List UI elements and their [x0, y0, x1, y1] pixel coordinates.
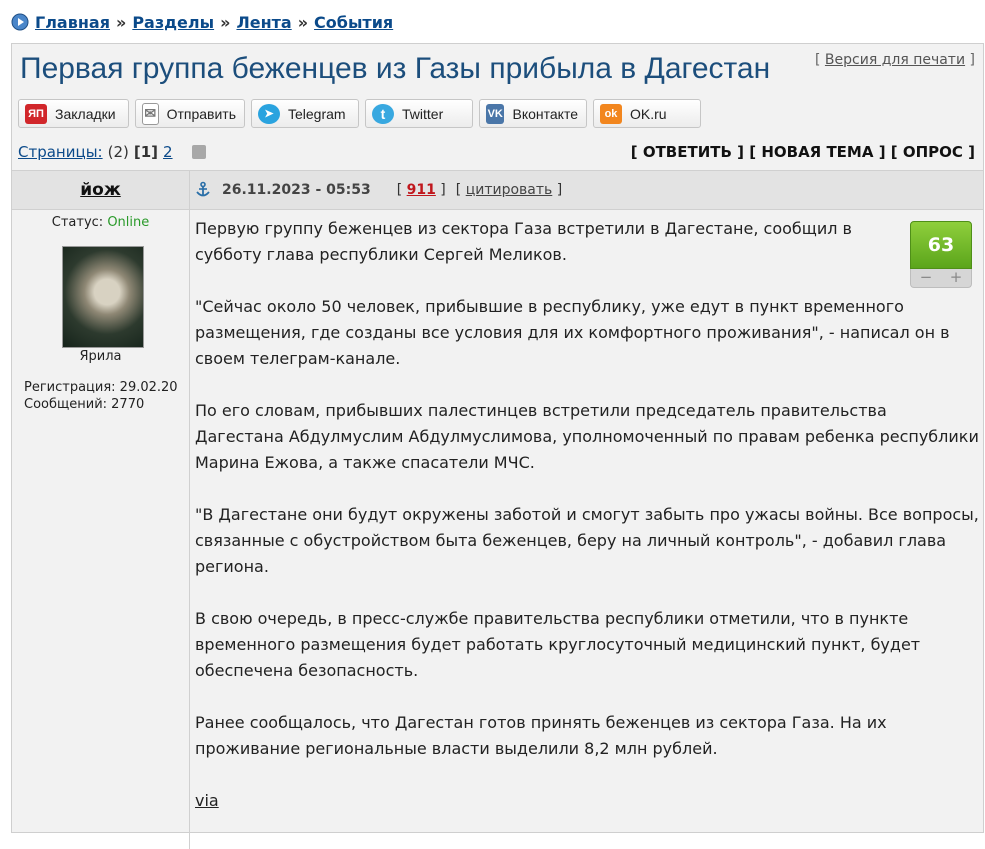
status-online: Online — [107, 215, 150, 230]
post-author: йож — [12, 171, 190, 209]
page-link-2[interactable]: 2 — [163, 143, 173, 161]
share-bar: ЯП Закладки ✉ Отправить ➤ Telegram t Twi… — [18, 99, 701, 130]
current-page: [1] — [133, 143, 158, 161]
via-link[interactable]: via — [195, 791, 219, 810]
pager-row: Страницы: (2) [1] 2 [ ОТВЕТИТЬ ] [ НОВАЯ… — [12, 141, 983, 167]
ok-icon: ok — [600, 103, 622, 124]
post-paragraph: В свою очередь, в пресс-службе правитель… — [195, 609, 921, 680]
poll-button[interactable]: ОПРОС — [903, 143, 963, 161]
post-body: Первую группу беженцев из сектора Газа в… — [195, 216, 979, 840]
share-label: Telegram — [288, 105, 346, 122]
breadcrumb: Главная » Разделы » Лента » События — [11, 10, 393, 34]
avatar-caption: Ярила — [79, 349, 122, 364]
pages-dropdown-icon[interactable] — [191, 145, 206, 159]
author-link[interactable]: йож — [80, 180, 121, 200]
new-topic-button[interactable]: НОВАЯ ТЕМА — [761, 143, 873, 161]
post-number: [ 911 ] — [396, 182, 446, 198]
breadcrumb-events[interactable]: События — [314, 13, 393, 32]
bracket: ] — [969, 52, 975, 68]
post-header: йож 26.11.2023 - 05:53 [ 911 ] [ цитиров… — [12, 170, 983, 210]
pages-label[interactable]: Страницы: — [18, 143, 103, 161]
bracket: [ — [815, 52, 821, 68]
registration-date: Регистрация: 29.02.20 — [24, 380, 178, 395]
post-cite: [ цитировать ] — [455, 182, 563, 198]
page-title: Первая группа беженцев из Газы прибыла в… — [20, 52, 771, 85]
author-stats: Регистрация: 29.02.20 Сообщений: 2770 — [24, 379, 178, 413]
post-paragraph: Ранее сообщалось, что Дагестан готов при… — [195, 713, 887, 758]
share-label: Закладки — [55, 105, 116, 122]
author-info: Статус: Online Ярила Регистрация: 29.02.… — [12, 209, 190, 849]
circle-arrow-icon — [11, 13, 29, 31]
plus-icon[interactable]: + — [941, 269, 971, 287]
topic-panel: Первая группа беженцев из Газы прибыла в… — [11, 43, 984, 849]
share-email-button[interactable]: ✉ Отправить — [135, 99, 245, 128]
quote-link[interactable]: цитировать — [466, 182, 553, 198]
envelope-icon: ✉ — [142, 102, 159, 125]
topic-actions: [ ОТВЕТИТЬ ] [ НОВАЯ ТЕМА ] [ ОПРОС ] — [630, 143, 975, 161]
minus-icon[interactable]: − — [911, 269, 941, 287]
reply-button[interactable]: ОТВЕТИТЬ — [643, 143, 732, 161]
share-ok-button[interactable]: ok OK.ru — [593, 99, 701, 128]
message-count: Сообщений: 2770 — [24, 397, 145, 412]
post-paragraph: По его словам, прибывших палестинцев вст… — [195, 401, 979, 472]
breadcrumb-feed[interactable]: Лента — [236, 13, 291, 32]
yandex-bookmarks-icon: ЯП — [25, 103, 47, 124]
breadcrumb-sections[interactable]: Разделы — [132, 13, 214, 32]
share-label: Вконтакте — [512, 105, 578, 122]
share-label: Twitter — [402, 105, 444, 122]
breadcrumb-separator: » — [115, 12, 127, 32]
post-number-link[interactable]: 911 — [407, 182, 436, 198]
post-paragraph: Первую группу беженцев из сектора Газа в… — [195, 219, 852, 264]
twitter-icon: t — [372, 103, 394, 124]
post-date: 26.11.2023 - 05:53 — [222, 182, 371, 198]
print-version: [ Версия для печати ] — [815, 52, 975, 68]
breadcrumb-separator: » — [297, 12, 309, 32]
rating-widget: 63 − + — [910, 221, 972, 289]
vk-icon: VK — [486, 103, 505, 124]
share-label: Отправить — [166, 105, 236, 122]
breadcrumb-home[interactable]: Главная — [35, 13, 110, 32]
status-label: Статус: — [51, 215, 104, 230]
share-bookmarks-button[interactable]: ЯП Закладки — [18, 99, 129, 128]
post-paragraph-via: via — [195, 788, 905, 814]
pagination: Страницы: (2) [1] 2 — [18, 143, 206, 161]
share-label: OK.ru — [630, 105, 667, 122]
author-status: Статус: Online — [12, 215, 189, 230]
rating-value: 63 — [910, 221, 972, 269]
telegram-icon: ➤ — [258, 103, 280, 124]
title-row: Первая группа беженцев из Газы прибыла в… — [12, 44, 983, 94]
breadcrumb-separator: » — [220, 12, 231, 32]
avatar — [62, 246, 144, 348]
post-paragraph: "В Дагестане они будут окружены заботой … — [195, 505, 979, 576]
post-meta: 26.11.2023 - 05:53 [ 911 ] [ цитировать … — [194, 171, 562, 209]
rating-controls: − + — [910, 269, 972, 288]
share-twitter-button[interactable]: t Twitter — [365, 99, 473, 128]
share-telegram-button[interactable]: ➤ Telegram — [251, 99, 359, 128]
anchor-icon[interactable] — [194, 181, 212, 199]
print-version-link[interactable]: Версия для печати — [825, 52, 965, 68]
post-paragraph: "Сейчас около 50 человек, прибывшие в ре… — [195, 297, 950, 368]
pages-total: (2) — [107, 143, 129, 161]
share-vk-button[interactable]: VK Вконтакте — [479, 99, 587, 128]
